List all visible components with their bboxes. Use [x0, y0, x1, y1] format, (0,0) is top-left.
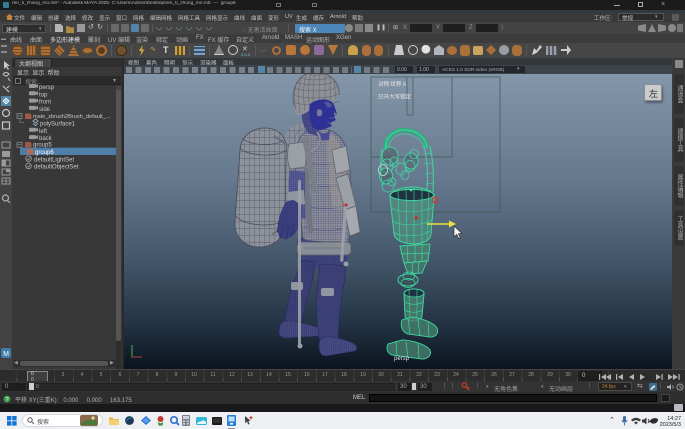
svg-text:defaultLightSet: defaultLightSet — [34, 157, 74, 163]
svg-text:male_zbrush2Brush_default_...: male_zbrush2Brush_default_... — [33, 114, 111, 120]
svg-text:已开大写锁定: 已开大写锁定 — [378, 92, 411, 100]
svg-text:M: M — [3, 351, 9, 358]
svg-text:top: top — [39, 92, 48, 98]
svg-text:front: front — [39, 100, 51, 106]
svg-text:defaultObjectSet: defaultObjectSet — [34, 165, 79, 171]
svg-text:对称:世界 X: 对称:世界 X — [378, 80, 406, 88]
svg-text:side: side — [39, 107, 51, 113]
svg-text:polySurface1: polySurface1 — [40, 122, 76, 128]
svg-text:group6: group6 — [35, 150, 54, 156]
svg-text:left: left — [39, 129, 47, 135]
svg-text:back: back — [39, 136, 53, 142]
svg-text:persp: persp — [394, 356, 410, 362]
svg-text:persp: persp — [39, 85, 55, 91]
